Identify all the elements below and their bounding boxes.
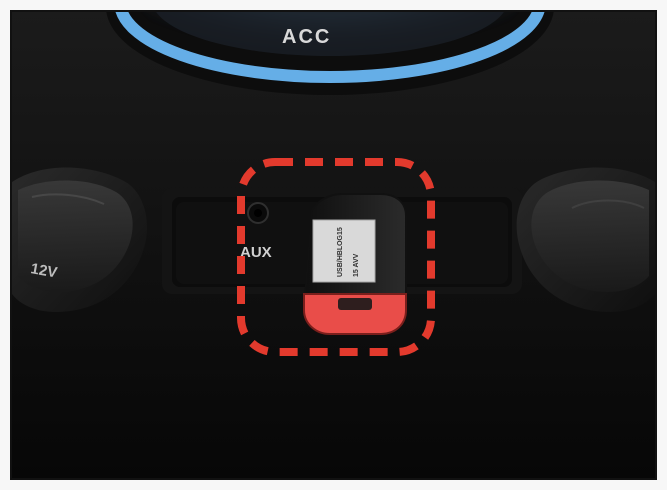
usb-label-line-1: USB/HB­LOG15 [337,227,344,277]
image-frame: ACC AUX 12V [0,0,667,490]
acc-label: ACC [282,26,331,48]
usb-stick: USB/HB­LOG15 15 AVV [302,193,407,335]
aux-port [247,202,269,224]
usb-label-line-2: 15 AVV [353,253,360,277]
photo-illustration: ACC AUX 12V [12,12,655,478]
photo: ACC AUX 12V [10,10,657,480]
